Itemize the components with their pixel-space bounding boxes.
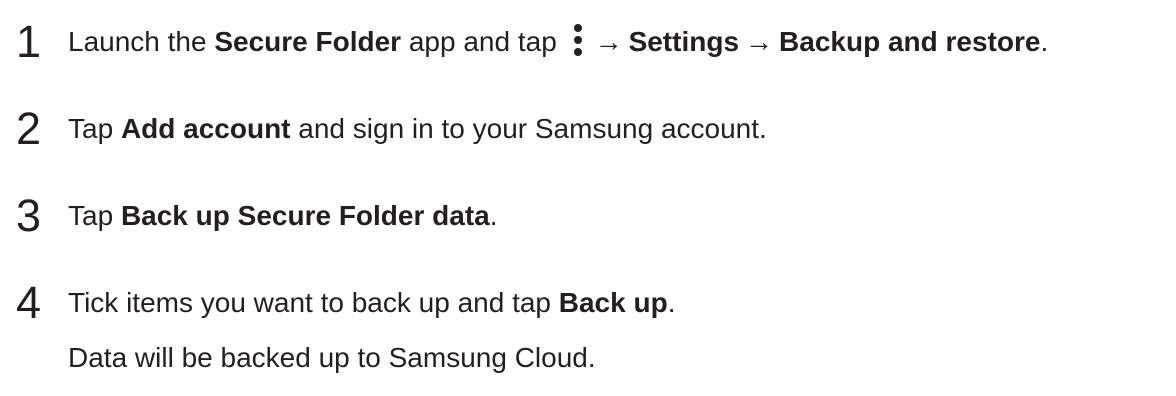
step-text: Tap Add account and sign in to your Sams… [68, 99, 767, 159]
bold-term-secure-folder: Secure Folder [214, 26, 402, 57]
text-segment: app and tap [401, 26, 565, 57]
more-options-icon [569, 24, 587, 56]
text-segment: and sign in to your Samsung account. [290, 113, 767, 144]
step-number: 4 [16, 277, 42, 328]
step-text: Tick items you want to back up and tap B… [68, 273, 675, 333]
text-segment: Launch the [68, 26, 215, 57]
bold-term-backup-and-restore: Backup and restore [779, 26, 1041, 57]
bold-term-add-account: Add account [120, 113, 291, 144]
text-segment: . [667, 287, 676, 318]
bold-term-settings: Settings [628, 26, 740, 57]
step-2: 2 Tap Add account and sign in to your Sa… [0, 99, 1176, 159]
step-4: 4 Tick items you want to back up and tap… [0, 273, 1176, 333]
step-number: 2 [16, 103, 42, 154]
arrow-icon: → [745, 26, 774, 57]
arrow-icon: → [594, 26, 623, 57]
step-text: Launch the Secure Folder app and tap → Se… [68, 12, 1048, 72]
text-segment: . [1040, 26, 1049, 57]
text-segment: Tick items you want to back up and tap [68, 287, 559, 318]
step-1: 1 Launch the Secure Folder app and tap →… [0, 12, 1176, 72]
text-segment: . [489, 200, 498, 231]
step-number: 1 [16, 16, 42, 67]
text-segment: Tap [68, 200, 121, 231]
text-segment: Tap [68, 113, 121, 144]
instruction-steps: 1 Launch the Secure Folder app and tap →… [0, 0, 1176, 396]
step-4-note: Data will be backed up to Samsung Cloud. [68, 342, 596, 373]
step-number: 3 [16, 190, 42, 241]
bold-term-back-up: Back up [558, 287, 668, 318]
bold-term-back-up-secure-folder-data: Back up Secure Folder data [120, 200, 490, 231]
step-text: Tap Back up Secure Folder data. [68, 186, 498, 246]
step-3: 3 Tap Back up Secure Folder data. [0, 186, 1176, 246]
